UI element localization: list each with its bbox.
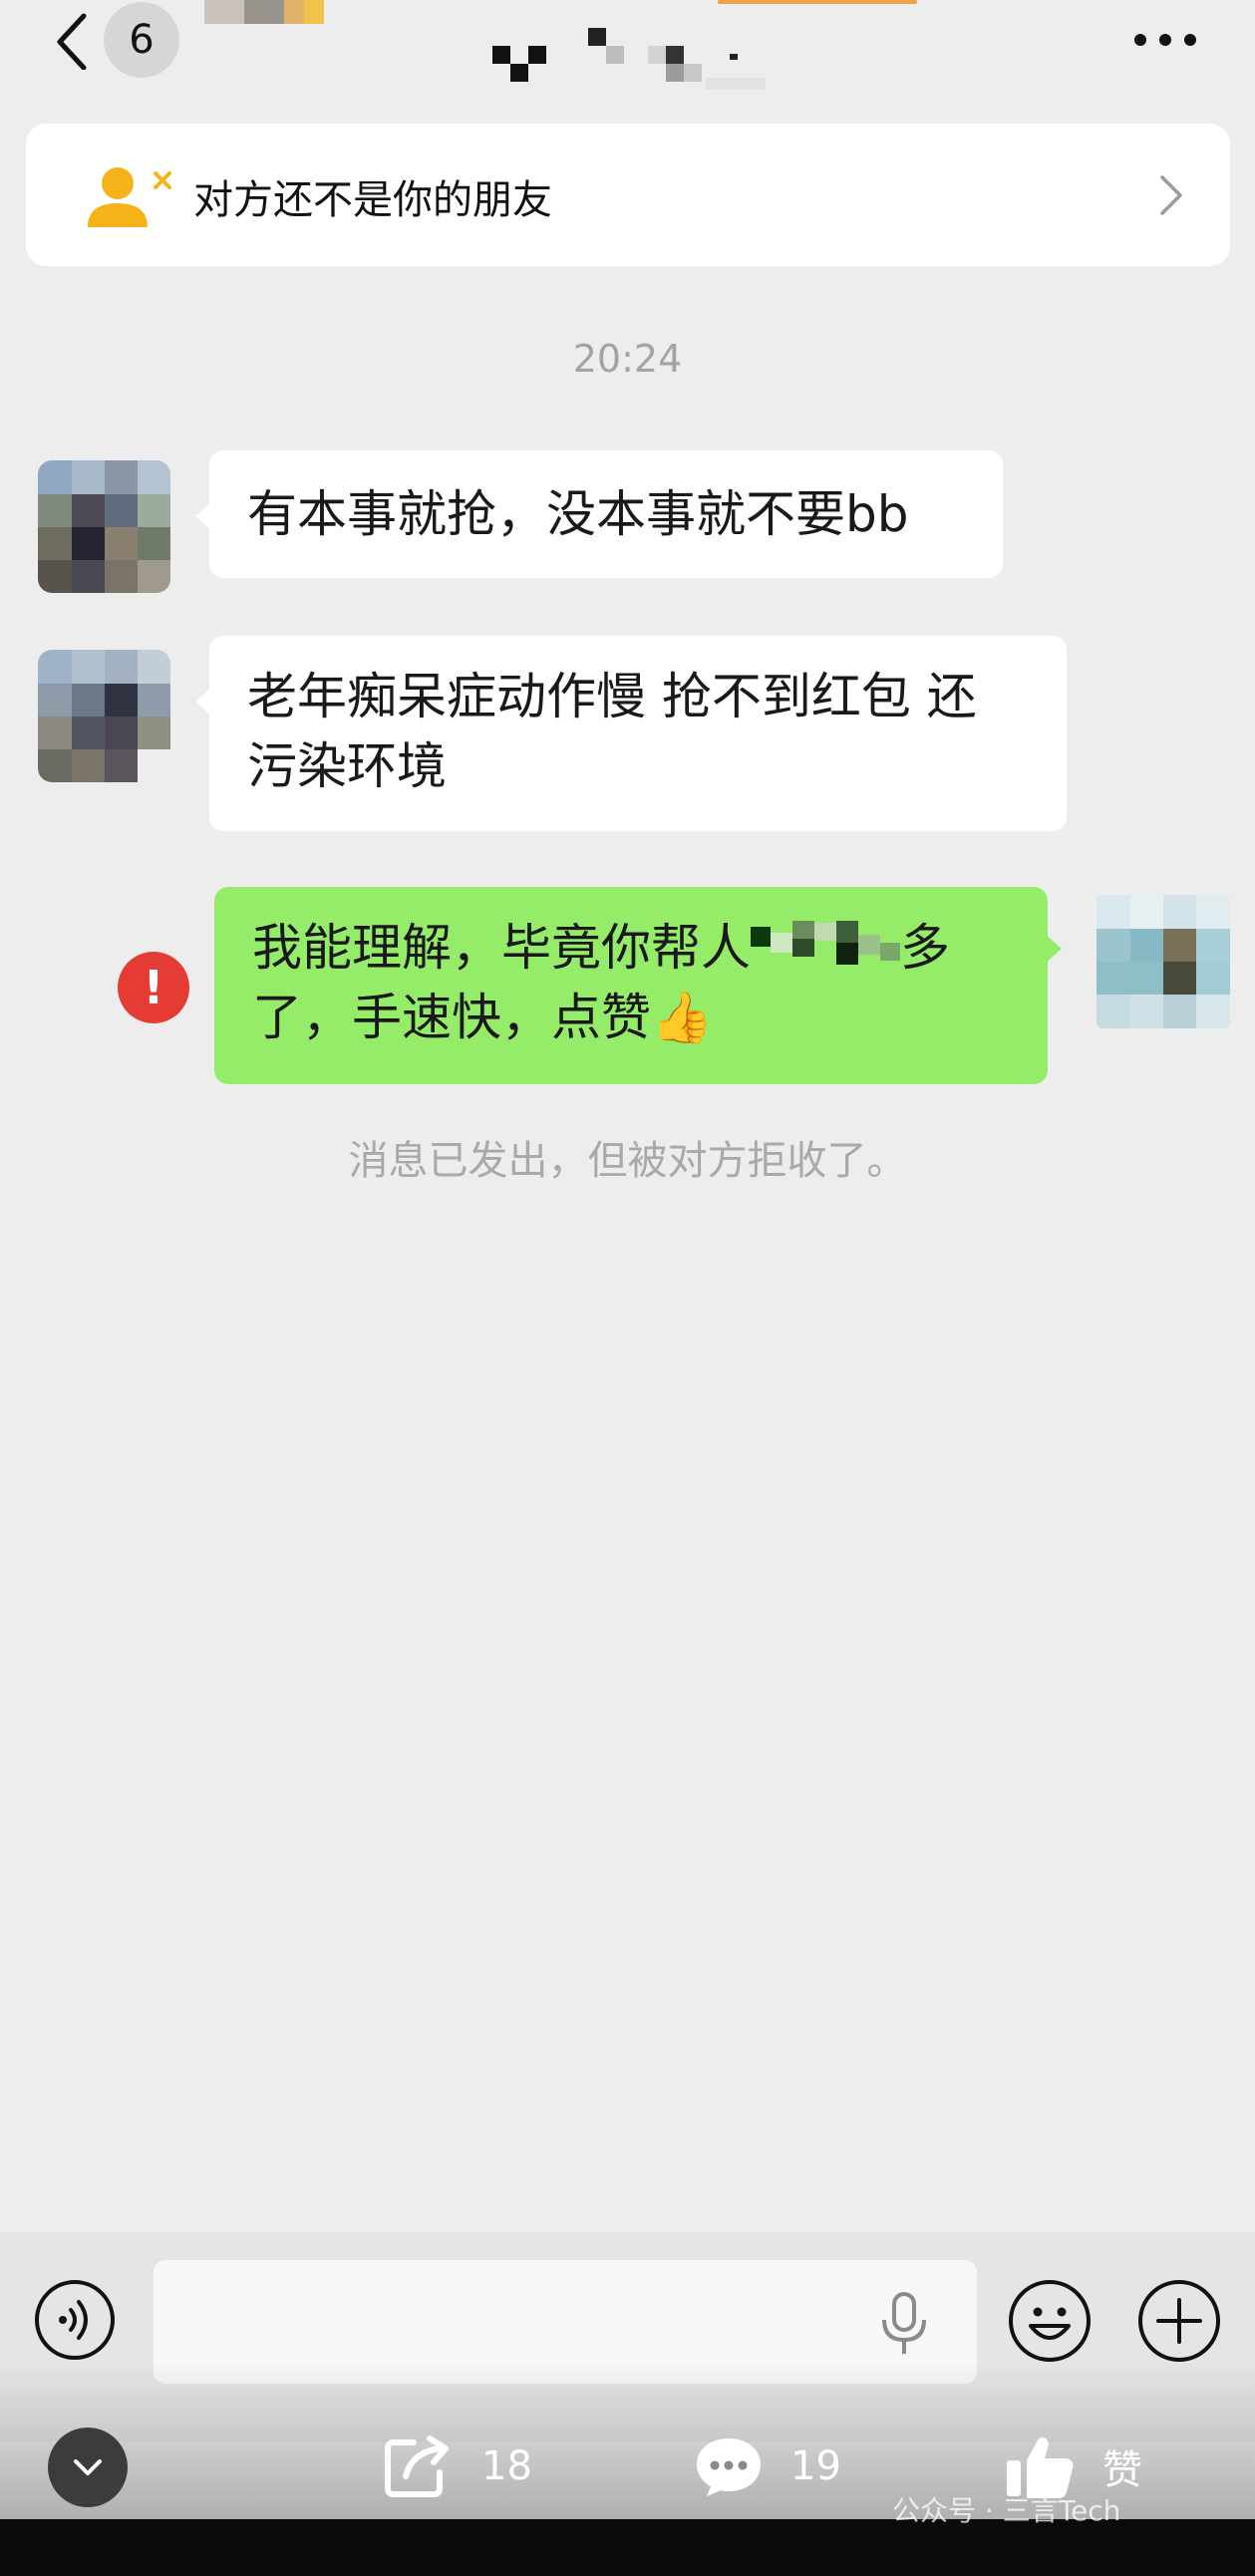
contact-avatar[interactable] bbox=[38, 460, 170, 593]
not-friend-text: 对方还不是你的朋友 bbox=[193, 177, 552, 223]
error-icon[interactable]: ! bbox=[118, 952, 189, 1023]
user-remove-icon bbox=[88, 167, 171, 227]
collapse-button[interactable] bbox=[48, 2428, 128, 2507]
avatar-pixelated bbox=[38, 650, 170, 782]
share-count: 18 bbox=[481, 2443, 532, 2489]
bubble-tail bbox=[195, 502, 211, 530]
plus-icon[interactable] bbox=[1136, 2278, 1222, 2364]
chevron-down-icon bbox=[74, 2459, 102, 2475]
comment-button[interactable]: 19 bbox=[693, 2432, 841, 2501]
self-avatar[interactable] bbox=[1097, 895, 1230, 1028]
pixelated-area bbox=[718, 0, 917, 4]
comment-icon bbox=[697, 2438, 761, 2496]
chat-title-pixelated[interactable] bbox=[478, 20, 778, 90]
pixelated-area bbox=[204, 0, 324, 24]
avatar-pixelated bbox=[1097, 895, 1230, 1028]
message-timestamp: 20:24 bbox=[572, 337, 683, 381]
message-bubble[interactable]: 有本事就抢，没本事就不要bb bbox=[195, 450, 1003, 578]
message-text: 有本事就抢，没本事就不要bb bbox=[247, 485, 909, 543]
bubble-tail bbox=[1046, 935, 1062, 963]
watermark: 公众号 · 三言Tech bbox=[892, 2494, 1121, 2527]
message-text-line: 老年痴呆症动作慢 抢不到红包 还 bbox=[247, 668, 977, 725]
share-button[interactable]: 18 bbox=[384, 2432, 532, 2501]
avatar-pixelated bbox=[38, 460, 170, 593]
chevron-right-icon bbox=[1160, 175, 1182, 215]
share-icon bbox=[385, 2435, 449, 2497]
emoji-icon[interactable] bbox=[1007, 2278, 1093, 2364]
more-icon[interactable] bbox=[1130, 28, 1200, 52]
back-chevron-icon[interactable] bbox=[46, 10, 106, 70]
not-friend-banner[interactable]: 对方还不是你的朋友 bbox=[26, 124, 1230, 266]
like-label: 赞 bbox=[1102, 2447, 1142, 2493]
message-text: 我能理解，毕竟你帮人 bbox=[252, 919, 751, 977]
unread-count-badge[interactable]: 6 bbox=[104, 2, 179, 78]
voice-icon[interactable] bbox=[33, 2278, 117, 2362]
self-message-bubble[interactable]: 我能理解，毕竟你帮人 多 了，手速快，点赞👍 bbox=[214, 887, 1062, 1084]
message-text-line: 了，手速快，点赞👍 bbox=[252, 989, 714, 1046]
message-text-line: 污染环境 bbox=[247, 737, 447, 795]
rejected-notice: 消息已发出，但被对方拒收了。 bbox=[348, 1138, 907, 1184]
contact-avatar[interactable] bbox=[38, 650, 170, 782]
bubble-tail bbox=[195, 688, 211, 716]
message-text: 多 bbox=[900, 919, 950, 977]
mic-icon[interactable] bbox=[877, 2292, 931, 2356]
message-bubble[interactable]: 老年痴呆症动作慢 抢不到红包 还 污染环境 bbox=[195, 636, 1067, 831]
chat-header: 6 bbox=[0, 0, 1255, 110]
comment-count: 19 bbox=[790, 2443, 841, 2489]
message-text-line: 我能理解，毕竟你帮人 多 bbox=[252, 913, 1010, 983]
pixelated-area bbox=[751, 921, 900, 965]
